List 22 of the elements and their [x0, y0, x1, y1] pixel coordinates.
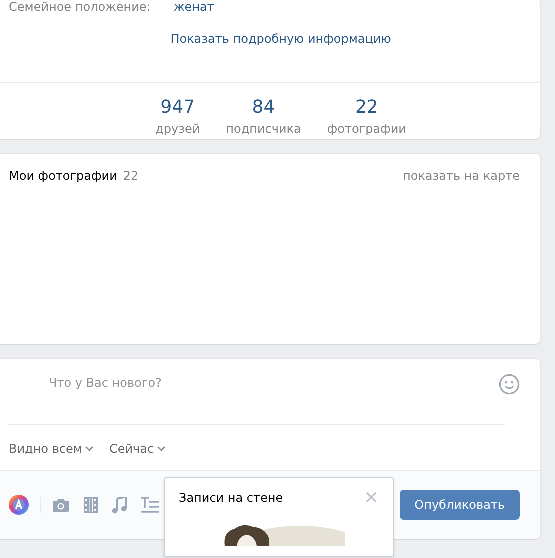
counter-link[interactable]: 947 друзей	[156, 97, 200, 139]
smiley-icon[interactable]	[499, 374, 520, 395]
popup-title: Записи на стене	[179, 491, 284, 505]
chevron-down-icon	[85, 446, 94, 452]
info-value[interactable]: женат	[174, 0, 214, 14]
text-format-icon[interactable]	[141, 497, 159, 513]
time-dropdown[interactable]: Сейчас	[109, 441, 166, 457]
publish-button[interactable]: Опубликовать	[400, 490, 520, 520]
photos-count: 22	[123, 169, 139, 183]
counter-link[interactable]: 84 подписчика	[226, 97, 302, 139]
counter-link[interactable]: 22 фотографии	[327, 97, 406, 139]
map-link[interactable]: показать на карте	[402, 169, 520, 183]
camera-icon[interactable]	[52, 498, 70, 512]
show-details-link[interactable]: Показать подробную информацию	[170, 32, 392, 48]
photos-title[interactable]: Мои фотографии	[9, 169, 118, 183]
film-icon[interactable]	[84, 497, 98, 513]
color-wheel-icon[interactable]	[9, 495, 29, 515]
chevron-down-icon	[157, 446, 166, 452]
post-input-field[interactable]: Что у Вас нового?	[49, 374, 499, 392]
music-note-icon[interactable]	[112, 496, 127, 514]
info-label: Семейное положение:	[9, 0, 152, 14]
visibility-dropdown[interactable]: Видно всем	[9, 441, 94, 457]
